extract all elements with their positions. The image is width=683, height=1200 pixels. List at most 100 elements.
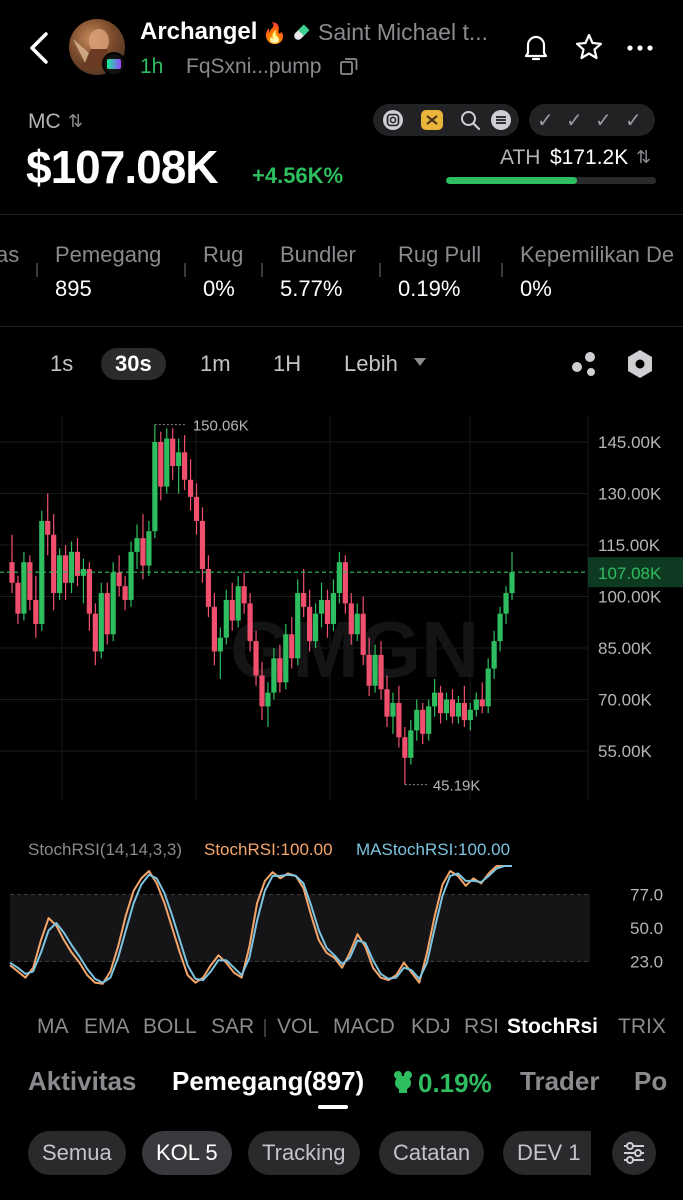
- check-icon: ✓: [625, 110, 642, 132]
- chart-settings-icon[interactable]: [626, 349, 654, 379]
- tab-more[interactable]: Po: [634, 1066, 667, 1097]
- candle-body: [176, 452, 182, 467]
- candle-body: [265, 692, 271, 707]
- y-axis-label: 100.00K: [598, 588, 662, 607]
- filter-dev[interactable]: DEV 1: [503, 1131, 591, 1175]
- market-cap-value: $107.08K: [26, 141, 218, 193]
- candle-body: [33, 599, 39, 624]
- sort-toggle-icon[interactable]: ⇅: [636, 147, 651, 168]
- sliders-icon: [624, 1142, 644, 1164]
- candle-body: [295, 593, 301, 659]
- tab-activity[interactable]: Aktivitas: [28, 1066, 136, 1097]
- indicator-vol[interactable]: VOL: [277, 1015, 319, 1039]
- rat-icon: [394, 1071, 412, 1093]
- candle-body: [223, 599, 229, 638]
- y-axis-label: 70.00K: [598, 691, 653, 710]
- copy-icon[interactable]: [340, 57, 358, 75]
- indicator-sar[interactable]: SAR: [211, 1015, 254, 1039]
- more-options-icon[interactable]: [626, 44, 654, 52]
- tab-trader[interactable]: Trader: [520, 1066, 600, 1097]
- chart-watermark: GMGN: [230, 605, 479, 694]
- candle-body: [235, 586, 241, 621]
- star-icon[interactable]: [574, 32, 604, 62]
- filter-tracking[interactable]: Tracking: [248, 1131, 360, 1175]
- candle-body: [57, 555, 63, 594]
- candle-body: [241, 586, 247, 604]
- filter-kol[interactable]: KOL 5: [142, 1131, 232, 1175]
- candle-body: [426, 706, 432, 734]
- tab-holders[interactable]: Pemegang(897): [172, 1066, 364, 1097]
- candle-body: [247, 603, 253, 642]
- pump-fun-icon[interactable]: [419, 108, 445, 132]
- market-cap-label: MC: [28, 110, 61, 133]
- instagram-icon[interactable]: [382, 109, 404, 131]
- search-icon[interactable]: [459, 109, 481, 131]
- candle-body: [217, 637, 223, 652]
- timeframe-1h[interactable]: 1H: [273, 351, 301, 377]
- y-axis-label: 115.00K: [598, 536, 661, 555]
- indicator-macd[interactable]: MACD: [333, 1015, 395, 1039]
- indicator-ema[interactable]: EMA: [84, 1015, 130, 1039]
- y-axis-label: 55.00K: [598, 742, 653, 761]
- candle-body: [473, 699, 479, 710]
- filter-notes[interactable]: Catatan: [379, 1131, 485, 1175]
- candle-body: [92, 613, 98, 652]
- timeframe-1s[interactable]: 1s: [50, 351, 73, 377]
- caret-down-icon[interactable]: [414, 358, 426, 366]
- candle-body: [86, 569, 92, 614]
- candle-body: [402, 737, 408, 758]
- token-description: Saint Michael t...: [318, 19, 489, 45]
- timeframe-1m[interactable]: 1m: [200, 351, 231, 377]
- candle-body: [259, 675, 265, 707]
- indicator-rsi[interactable]: RSI: [464, 1015, 499, 1039]
- timeframe-more[interactable]: Lebih: [344, 351, 398, 377]
- price-chart[interactable]: GMGN 145.00K 130.00K 115.00K 100.00K 85.00K 7…: [0, 405, 683, 805]
- back-arrow-icon[interactable]: [24, 28, 56, 68]
- holders-percentage: 0.19%: [418, 1068, 492, 1098]
- check-icon: ✓: [595, 110, 612, 132]
- bell-icon[interactable]: [522, 32, 550, 62]
- website-icon[interactable]: [490, 109, 512, 131]
- sort-toggle-icon[interactable]: ⇅: [68, 111, 83, 132]
- candle-body: [253, 641, 259, 676]
- indicator-boll[interactable]: BOLL: [143, 1015, 197, 1039]
- candle-body: [271, 658, 277, 693]
- candle-body: [301, 593, 307, 607]
- candle-body: [408, 730, 414, 758]
- security-checks[interactable]: ✓ ✓ ✓ ✓: [529, 104, 655, 136]
- stat-separator: [379, 263, 381, 277]
- stat-holders: Pemegang 895: [55, 242, 162, 301]
- candle-body: [312, 613, 319, 642]
- filter-all[interactable]: Semua: [28, 1131, 126, 1175]
- candle-body: [432, 692, 438, 707]
- contract-address[interactable]: FqSxni...pump: [186, 55, 321, 79]
- candle-body: [104, 593, 110, 635]
- indicator-kdj[interactable]: KDJ: [411, 1015, 451, 1039]
- candle-body: [330, 593, 337, 624]
- stochrsi-chart[interactable]: StochRSI(14,14,3,3) StochRSI:100.00 MASt…: [0, 816, 683, 996]
- divider: [0, 214, 683, 215]
- indicator-trix[interactable]: TRIX: [618, 1015, 666, 1039]
- stat-separator: [501, 263, 503, 277]
- candle-body: [27, 562, 33, 600]
- candle-body: [122, 586, 128, 600]
- indicator-ma[interactable]: MA: [37, 1015, 69, 1039]
- pill-icon: [294, 24, 310, 40]
- stochrsi-y-label: 50.0: [630, 919, 663, 938]
- stat-separator: [184, 263, 186, 277]
- filter-settings-button[interactable]: [612, 1131, 656, 1175]
- candle-body: [449, 699, 456, 717]
- indicator-stochrsi[interactable]: StochRsi: [507, 1015, 598, 1039]
- drawing-tools-icon[interactable]: [570, 350, 600, 378]
- candle-body: [497, 613, 503, 642]
- ath-progress-bar: [446, 177, 656, 184]
- candle-body: [193, 496, 200, 521]
- timeframe-30s[interactable]: 30s: [101, 348, 166, 380]
- active-tab-indicator: [318, 1105, 348, 1109]
- candle-body: [461, 702, 467, 721]
- indicator-separator: [264, 1019, 266, 1037]
- candle-body: [479, 699, 485, 707]
- stochrsi-y-label: 23.0: [630, 952, 663, 971]
- candle-body: [205, 569, 212, 607]
- stat-separator: [261, 263, 263, 277]
